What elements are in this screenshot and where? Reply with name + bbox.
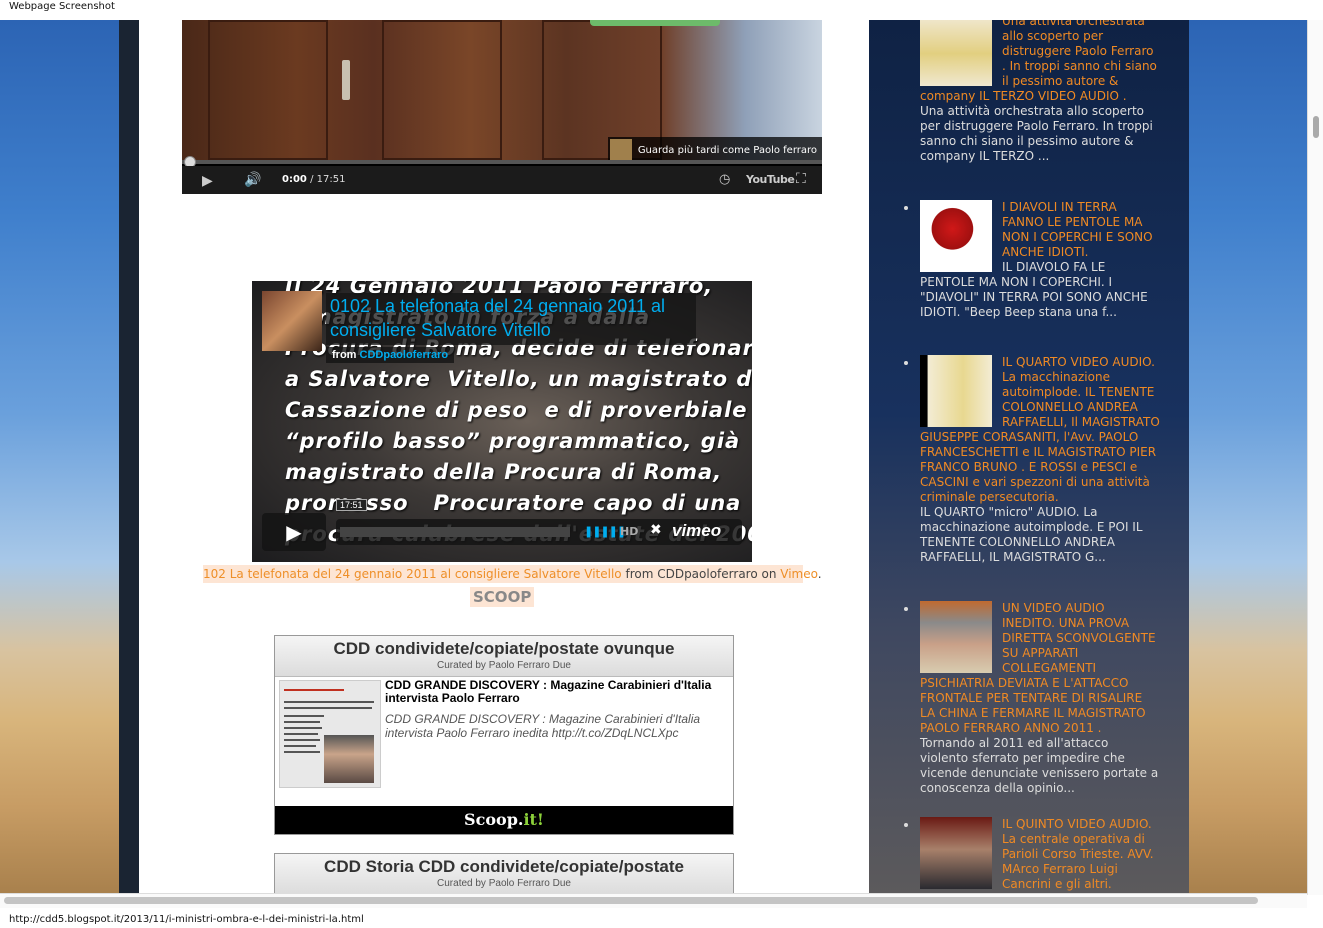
scoopit-logo: Scoop. [464, 810, 524, 829]
article-photo [324, 735, 374, 783]
youtube-progress-bar[interactable] [182, 160, 822, 164]
scoopit-logo-accent: it! [523, 810, 544, 829]
youtube-time-total: / 17:51 [310, 174, 346, 185]
youtube-time: 0:00 / 17:51 [282, 174, 345, 185]
scoop-widget-title[interactable]: CDD Storia CDD condividete/copiate/posta… [275, 854, 733, 877]
scoop-article-headline[interactable]: CDD GRANDE DISCOVERY : Magazine Carabini… [385, 679, 725, 705]
scoop-heading: SCOOP [470, 587, 535, 607]
vimeo-credit-period: . [817, 567, 822, 581]
youtube-time-current: 0:00 [282, 174, 307, 185]
transcript-line: magistrato della Procura di Roma, [285, 460, 723, 484]
transcript-line: “profilo basso” programmatico, già [285, 429, 741, 453]
vimeo-user-link[interactable]: CDDpaoloferraro [360, 349, 449, 361]
vimeo-video-link[interactable]: 102 La telefonata del 24 gennaio 2011 al… [203, 567, 622, 581]
horizontal-scrollbar[interactable] [0, 893, 1307, 908]
transcript-line: a Salvatore Vitello, un magistrato di [285, 367, 752, 391]
scoop-widget-curator: Curated by Paolo Ferraro Due [437, 878, 571, 889]
sidebar-post-snippet: IL QUARTO "micro" AUDIO. La macchinazion… [920, 505, 1143, 564]
vertical-scrollbar[interactable] [1307, 20, 1323, 895]
transcript-line: Cassazione di peso e di proverbiale [285, 398, 748, 422]
vimeo-duration-tooltip: 17:51 [336, 499, 367, 511]
sidebar-post: IL QUARTO VIDEO AUDIO. La macchinazione … [904, 355, 1160, 565]
youtube-player[interactable]: Guarda più tardi come Paolo ferraro ▶ 🔊 … [182, 20, 822, 194]
list-bullet [904, 823, 908, 827]
video-frame-detail [590, 20, 720, 26]
scoop-widget: CDD Storia CDD condividete/copiate/posta… [274, 853, 734, 895]
scoop-widget-title[interactable]: CDD condividete/copiate/postate ovunque [275, 636, 733, 659]
status-url: http://cdd5.blogspot.it/2013/11/i-minist… [9, 914, 364, 925]
window-title: Webpage Screenshot [9, 1, 115, 12]
vimeo-play-button[interactable]: ▶ [262, 513, 326, 551]
status-bar: http://cdd5.blogspot.it/2013/11/i-minist… [0, 908, 1323, 928]
post-thumbnail[interactable] [920, 601, 992, 673]
vimeo-controls: ▶ 17:51 ❚❚❚❚❚ HD ✖ vimeo [262, 499, 742, 551]
scoop-article-excerpt: CDD GRANDE DISCOVERY : Magazine Carabini… [385, 712, 701, 740]
list-bullet [904, 361, 908, 365]
video-frame-detail [342, 60, 350, 100]
scoopit-logo-bar[interactable]: Scoop.it! [275, 806, 733, 834]
list-bullet [904, 206, 908, 210]
sidebar-post-snippet: Tornando al 2011 ed all'attacco violento… [920, 736, 1159, 795]
window-titlebar: Webpage Screenshot [0, 0, 1323, 20]
fullscreen-icon[interactable]: ✖ [650, 522, 662, 538]
horizontal-scrollbar-thumb[interactable] [4, 897, 1258, 904]
vimeo-from-label: from [332, 349, 357, 361]
sidebar-post: IL QUINTO VIDEO AUDIO. La centrale opera… [904, 817, 1160, 892]
vertical-scrollbar-thumb[interactable] [1313, 116, 1319, 138]
vimeo-player[interactable]: Il 24 Gennaio 2011 Paolo Ferraro,il magi… [252, 281, 752, 562]
hd-toggle[interactable]: HD [620, 525, 638, 538]
sidebar-post: Una attività orchestrata allo scoperto p… [920, 20, 1160, 164]
vimeo-credit-from: from CDDpaoloferraro on [625, 567, 777, 581]
vimeo-progress-track[interactable] [340, 527, 570, 537]
vimeo-video-title[interactable]: 0102 La telefonata del 24 gennaio 2011 a… [330, 294, 690, 342]
video-frame-detail [382, 20, 502, 160]
post-thumbnail[interactable] [920, 817, 992, 889]
vimeo-logo[interactable]: vimeo [672, 521, 721, 541]
scoop-widget-curator: Curated by Paolo Ferraro Due [437, 660, 571, 671]
scoop-article-thumbnail[interactable] [279, 680, 381, 788]
volume-icon[interactable]: 🔊 [244, 172, 261, 188]
watch-later-clock-icon[interactable]: ◷ [719, 172, 730, 187]
scoop-widget-header: CDD condividete/copiate/postate ovunque … [275, 636, 733, 677]
video-frame-detail [208, 20, 328, 160]
sidebar-post: UN VIDEO AUDIO INEDITO. UNA PROVA DIRETT… [904, 601, 1160, 796]
fullscreen-icon[interactable]: ⛶ [796, 171, 806, 187]
vimeo-site-link[interactable]: Vimeo [780, 567, 817, 581]
list-bullet [904, 607, 908, 611]
vimeo-credit-line: 102 La telefonata del 24 gennaio 2011 al… [203, 565, 822, 583]
vimeo-byline: from CDDpaoloferraro [326, 347, 455, 363]
post-thumbnail[interactable] [920, 355, 992, 427]
vimeo-control-bar: ❚❚❚❚❚ HD ✖ vimeo [336, 519, 742, 545]
vimeo-user-avatar[interactable] [262, 291, 322, 351]
post-thumbnail[interactable] [920, 20, 992, 86]
scoop-widget: CDD condividete/copiate/postate ovunque … [274, 635, 734, 835]
youtube-control-bar: ▶ 🔊 0:00 / 17:51 ◷ YouTube ⛶ [182, 166, 822, 194]
volume-level-icon[interactable]: ❚❚❚❚❚ [584, 525, 626, 538]
sidebar-post-snippet: Una attività orchestrata allo scoperto p… [920, 104, 1153, 163]
scoop-widget-header: CDD Storia CDD condividete/copiate/posta… [275, 854, 733, 894]
watch-later-text: Guarda più tardi come Paolo ferraro [637, 144, 817, 156]
sidebar-popular-posts: Una attività orchestrata allo scoperto p… [869, 20, 1189, 895]
sidebar-post: I DIAVOLI IN TERRA FANNO LE PENTOLE MA N… [904, 200, 1160, 320]
youtube-logo[interactable]: YouTube [746, 173, 795, 186]
play-icon[interactable]: ▶ [202, 173, 213, 189]
post-thumbnail[interactable] [920, 200, 992, 272]
channel-avatar [609, 139, 632, 161]
